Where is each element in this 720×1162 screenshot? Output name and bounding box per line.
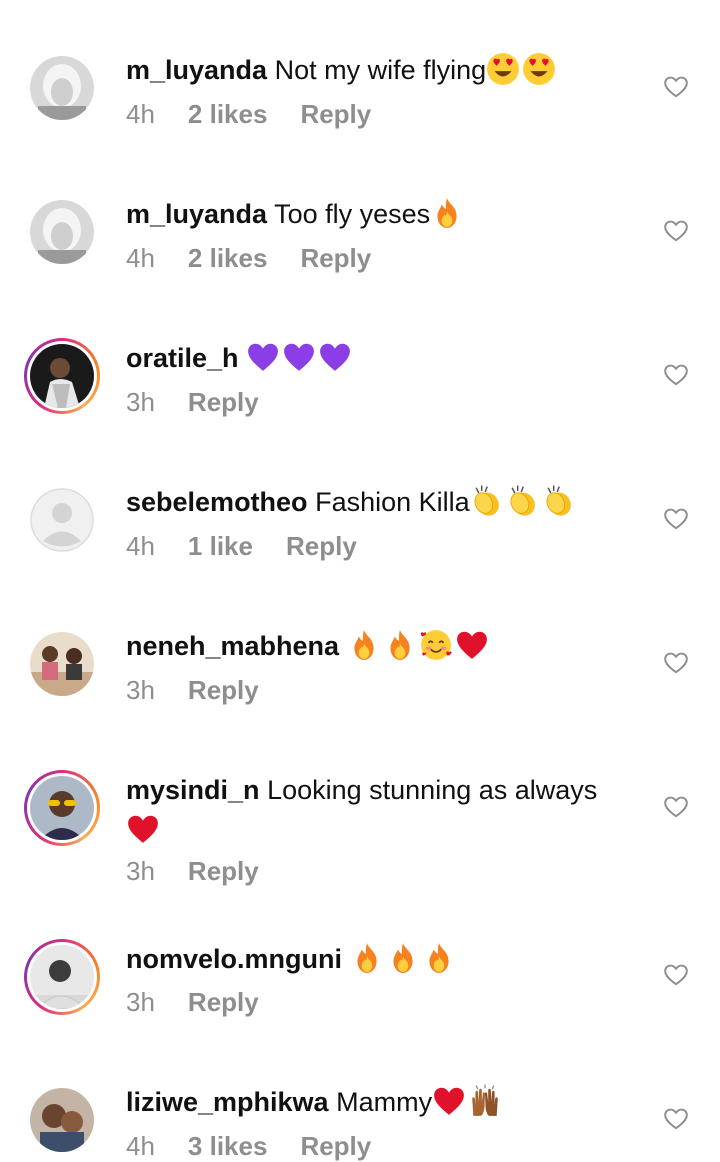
like-heart-icon[interactable] bbox=[663, 794, 689, 820]
comment-username[interactable]: nomvelo.mnguni bbox=[126, 944, 342, 974]
purple-heart-emoji bbox=[282, 340, 316, 374]
comment-time: 4h bbox=[126, 531, 155, 561]
like-heart-icon[interactable] bbox=[663, 218, 689, 244]
red-heart-emoji bbox=[126, 812, 160, 846]
comment-likes[interactable]: 2 likes bbox=[188, 99, 268, 130]
reply-button[interactable]: Reply bbox=[188, 675, 259, 706]
heart-eyes-emoji bbox=[522, 52, 556, 86]
comment-text: Mammy bbox=[336, 1087, 433, 1117]
like-heart-icon[interactable] bbox=[663, 506, 689, 532]
fire-emoji bbox=[422, 941, 456, 975]
comment-username[interactable]: liziwe_mphikwa bbox=[126, 1087, 329, 1117]
reply-button[interactable]: Reply bbox=[300, 243, 371, 274]
avatar[interactable] bbox=[24, 770, 100, 846]
reply-button[interactable]: Reply bbox=[188, 387, 259, 418]
heart-eyes-emoji bbox=[486, 52, 520, 86]
reply-button[interactable]: Reply bbox=[300, 99, 371, 130]
avatar[interactable] bbox=[24, 939, 100, 1015]
avatar[interactable] bbox=[30, 632, 94, 696]
reply-button[interactable]: Reply bbox=[286, 531, 357, 562]
comment-time: 4h bbox=[126, 99, 155, 129]
raising-hands-emoji bbox=[468, 1084, 502, 1118]
clapping-hands-emoji bbox=[506, 484, 540, 518]
comment-username[interactable]: mysindi_n bbox=[126, 775, 260, 805]
reply-button[interactable]: Reply bbox=[188, 987, 259, 1018]
reply-button[interactable]: Reply bbox=[188, 856, 259, 887]
clapping-hands-emoji bbox=[470, 484, 504, 518]
comment-likes[interactable]: 3 likes bbox=[188, 1131, 268, 1162]
comment-text: Not my wife flying bbox=[274, 55, 487, 85]
fire-emoji bbox=[386, 941, 420, 975]
purple-heart-emoji bbox=[318, 340, 352, 374]
avatar[interactable] bbox=[30, 488, 94, 552]
like-heart-icon[interactable] bbox=[663, 650, 689, 676]
fire-emoji bbox=[430, 196, 464, 230]
comment-text: Fashion Killa bbox=[315, 487, 470, 517]
comment-time: 3h bbox=[126, 675, 155, 705]
purple-heart-emoji bbox=[246, 340, 280, 374]
fire-emoji bbox=[350, 941, 384, 975]
smiling-face-with-hearts-emoji bbox=[419, 628, 453, 662]
like-heart-icon[interactable] bbox=[663, 962, 689, 988]
comment-username[interactable]: oratile_h bbox=[126, 343, 239, 373]
avatar[interactable] bbox=[24, 338, 100, 414]
comment-username[interactable]: m_luyanda bbox=[126, 199, 267, 229]
like-heart-icon[interactable] bbox=[663, 1106, 689, 1132]
comment-time: 3h bbox=[126, 387, 155, 417]
clapping-hands-emoji bbox=[542, 484, 576, 518]
comment-time: 3h bbox=[126, 856, 155, 886]
comment-time: 3h bbox=[126, 987, 155, 1017]
like-heart-icon[interactable] bbox=[663, 74, 689, 100]
avatar[interactable] bbox=[30, 1088, 94, 1152]
comment-username[interactable]: sebelemotheo bbox=[126, 487, 308, 517]
fire-emoji bbox=[383, 628, 417, 662]
fire-emoji bbox=[347, 628, 381, 662]
red-heart-emoji bbox=[432, 1084, 466, 1118]
comment-username[interactable]: neneh_mabhena bbox=[126, 631, 339, 661]
comment-time: 4h bbox=[126, 243, 155, 273]
like-heart-icon[interactable] bbox=[663, 362, 689, 388]
comment-time: 4h bbox=[126, 1131, 155, 1161]
avatar[interactable] bbox=[30, 56, 94, 120]
comment-username[interactable]: m_luyanda bbox=[126, 55, 267, 85]
reply-button[interactable]: Reply bbox=[300, 1131, 371, 1162]
comment-likes[interactable]: 1 like bbox=[188, 531, 253, 562]
red-heart-emoji bbox=[455, 628, 489, 662]
comment-text: Too fly yeses bbox=[274, 199, 431, 229]
avatar[interactable] bbox=[30, 200, 94, 264]
comment-likes[interactable]: 2 likes bbox=[188, 243, 268, 274]
comment-text: Looking stunning as always bbox=[267, 775, 598, 805]
